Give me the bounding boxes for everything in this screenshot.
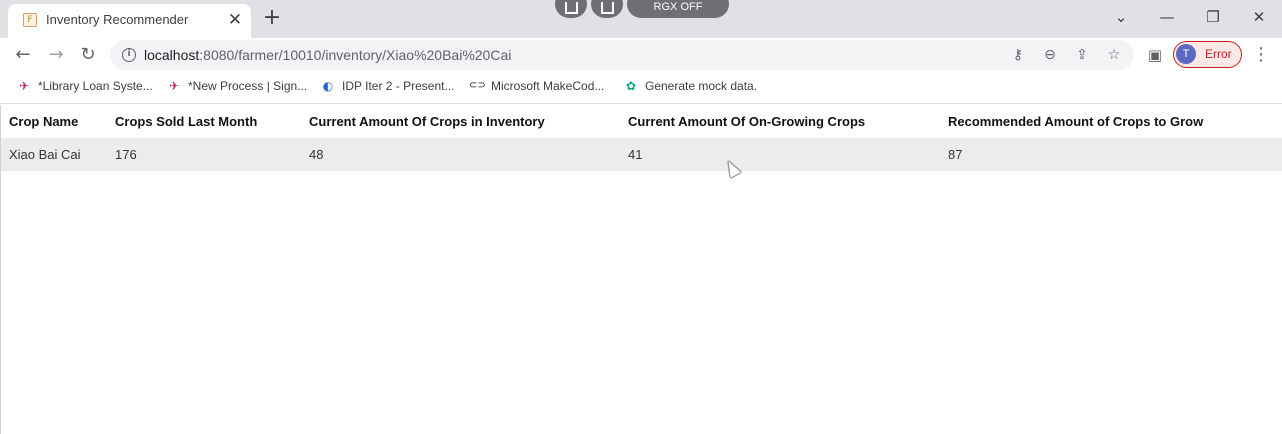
reload-button[interactable]: ↻ — [75, 42, 101, 68]
cell-recommended: 87 — [940, 138, 1282, 171]
avatar: T — [1176, 44, 1196, 64]
bookmark-library-loan[interactable]: ✈ *Library Loan Syste... — [16, 78, 153, 96]
forward-button[interactable]: → — [43, 42, 69, 68]
profile-error-label: Error — [1205, 47, 1232, 61]
export-icon — [600, 2, 614, 14]
bookmark-label: IDP Iter 2 - Present... — [342, 79, 455, 93]
header-inventory-amount: Current Amount Of Crops in Inventory — [309, 114, 545, 129]
password-key-icon[interactable]: ⚷ — [1008, 45, 1028, 65]
tab-inventory-recommender[interactable]: F Inventory Recommender ✕ — [8, 4, 251, 38]
header-on-growing: Current Amount Of On-Growing Crops — [628, 114, 866, 129]
chatgpt-logo-icon: ✿ — [625, 79, 637, 93]
tab-strip: F Inventory Recommender ✕ + RGX OFF ⌄ — … — [0, 0, 1282, 38]
address-bar[interactable]: i localhost:8080/farmer/10010/inventory/… — [110, 40, 1134, 70]
share-icon[interactable]: ⇪ — [1072, 45, 1092, 65]
bookmarks-bar: ✈ *Library Loan Syste... ✈ *New Process | … — [0, 71, 1282, 104]
menu-kebab-icon[interactable]: ⋮ — [1248, 42, 1274, 68]
tab-close-icon[interactable]: ✕ — [225, 10, 245, 30]
bookmark-mock-data[interactable]: ✿ Generate mock data. — [623, 78, 757, 96]
url-path: :8080/farmer/10010/inventory/Xiao%20Bai%… — [199, 47, 512, 63]
cell-crop-name: Xiao Bai Cai — [1, 138, 107, 171]
bookmark-makecode[interactable]: ⊂⊃ Microsoft MakeCod... — [469, 78, 604, 96]
page-content: Crop Name Crops Sold Last Month Current … — [0, 105, 1282, 434]
zoom-icon[interactable]: ⊖ — [1040, 45, 1060, 65]
url-text[interactable]: localhost:8080/farmer/10010/inventory/Xi… — [144, 47, 511, 63]
overlay-rgx-toggle[interactable]: RGX OFF — [627, 0, 729, 18]
overlay-export-button[interactable] — [591, 0, 623, 18]
new-tab-button[interactable]: + — [261, 7, 283, 29]
cell-crops-sold: 176 — [107, 138, 301, 171]
browser-window: F Inventory Recommender ✕ + RGX OFF ⌄ — … — [0, 0, 1282, 434]
close-window-button[interactable]: ✕ — [1246, 6, 1272, 28]
bookmark-new-process[interactable]: ✈ *New Process | Sign... — [166, 78, 307, 96]
restore-button[interactable]: ❐ — [1200, 6, 1226, 28]
overlay-copy-button[interactable] — [555, 0, 587, 18]
side-panel-icon[interactable]: ▣ — [1142, 42, 1168, 68]
bird-logo-icon: ✈ — [168, 79, 180, 93]
back-button[interactable]: ← — [10, 42, 36, 68]
table-header-row: Crop Name Crops Sold Last Month Current … — [1, 105, 1282, 138]
bookmark-label: Microsoft MakeCod... — [491, 79, 605, 93]
canva-logo-icon: ◐ — [322, 79, 334, 93]
makecode-logo-icon: ⊂⊃ — [469, 80, 486, 91]
url-host: localhost — [144, 47, 200, 63]
table-row: Xiao Bai Cai 176 48 41 87 — [1, 138, 1282, 171]
bookmark-star-icon[interactable]: ☆ — [1104, 45, 1124, 65]
header-crops-sold: Crops Sold Last Month — [115, 114, 258, 129]
bird-logo-icon: ✈ — [18, 79, 30, 93]
tab-title: Inventory Recommender — [46, 12, 189, 27]
copy-icon — [564, 2, 578, 14]
cell-inventory-amount: 48 — [301, 138, 620, 171]
header-crop-name: Crop Name — [9, 114, 79, 129]
browser-toolbar: ← → ↻ i localhost:8080/farmer/10010/inve… — [0, 38, 1282, 71]
favicon-icon: F — [23, 13, 37, 27]
header-recommended: Recommended Amount of Crops to Grow — [948, 114, 1204, 129]
bookmark-label: *Library Loan Syste... — [38, 79, 153, 93]
bookmark-label: Generate mock data. — [645, 79, 758, 93]
minimize-button[interactable]: — — [1154, 6, 1180, 28]
profile-button[interactable]: T Error — [1173, 41, 1242, 68]
inventory-table: Crop Name Crops Sold Last Month Current … — [1, 105, 1282, 171]
cell-on-growing: 41 — [620, 138, 940, 171]
tab-search-chevron-icon[interactable]: ⌄ — [1108, 6, 1134, 28]
bookmark-idp-iter[interactable]: ◐ IDP Iter 2 - Present... — [320, 78, 455, 96]
site-info-icon[interactable]: i — [122, 48, 136, 62]
bookmark-label: *New Process | Sign... — [188, 79, 308, 93]
